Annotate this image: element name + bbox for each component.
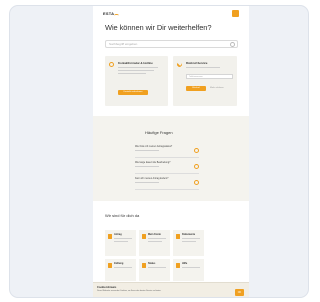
text-line <box>135 166 159 167</box>
callback-button[interactable]: Rückruf <box>186 86 206 91</box>
service-tile[interactable]: Hilfe <box>173 259 204 281</box>
faq-item[interactable]: Kann ich meinen Antrag ändern? <box>135 178 199 190</box>
text-line <box>182 241 196 242</box>
callback-card: Rückruf-Service Telefonnummer Rückruf Me… <box>173 56 237 106</box>
faq-item[interactable]: Wie lange dauert die Bearbeitung? <box>135 162 199 174</box>
service-tile[interactable]: Antrag <box>105 230 136 256</box>
browser-frame: ESTA Wie können wir Dir weiterhelfen? Su… <box>9 5 309 298</box>
faq-item[interactable]: Wie finde ich meinen Antragsstatus? <box>135 146 199 158</box>
expand-icon[interactable] <box>194 164 199 169</box>
cookie-title: Cookie-Hinweis <box>97 286 117 289</box>
search-placeholder: Suchbegriff eingeben <box>109 42 138 46</box>
faq-title: Häufige Fragen <box>145 130 173 135</box>
more-link[interactable]: Mehr erfahren <box>210 87 224 89</box>
faq-question: Kann ich meinen Antrag ändern? <box>135 178 169 180</box>
faq-question: Wie lange dauert die Bearbeitung? <box>135 162 171 164</box>
service-icon <box>176 263 180 268</box>
text-line <box>118 70 154 71</box>
faq-section: Häufige Fragen Wie finde ich meinen Antr… <box>93 116 249 201</box>
text-line <box>148 241 162 242</box>
text-line <box>114 238 132 239</box>
text-line <box>186 67 220 68</box>
cookie-text: Diese Webseite verwendet Cookies, um Ihn… <box>97 290 162 292</box>
service-title: Antrag <box>114 233 122 236</box>
text-line <box>148 267 166 268</box>
top-bar: ESTA <box>103 10 239 20</box>
phone-icon <box>175 60 184 69</box>
menu-button[interactable] <box>232 10 239 17</box>
text-line <box>135 150 159 151</box>
service-title: Mein Konto <box>148 233 162 236</box>
logo-swoosh-icon <box>114 14 119 17</box>
expand-icon[interactable] <box>194 180 199 185</box>
contact-card: Kontaktformular & Hotline Kontakt aufneh… <box>105 56 168 106</box>
contact-button[interactable]: Kontakt aufnehmen <box>118 90 148 95</box>
service-icon <box>176 234 180 239</box>
service-title: Dokumente <box>182 233 196 236</box>
service-icon <box>142 263 146 268</box>
phone-field-placeholder: Telefonnummer <box>189 76 203 78</box>
expand-icon[interactable] <box>194 148 199 153</box>
service-title: Hilfe <box>182 262 188 265</box>
text-line <box>135 182 159 183</box>
cookie-accept-button[interactable]: OK <box>235 289 244 296</box>
callback-card-title: Rückruf-Service <box>186 61 208 65</box>
page: ESTA Wie können wir Dir weiterhelfen? Su… <box>93 6 249 297</box>
search-icon[interactable] <box>230 42 235 47</box>
service-tile[interactable]: Dokumente <box>173 230 204 256</box>
service-tile[interactable]: Status <box>139 259 170 281</box>
service-title: Zahlung <box>114 262 124 265</box>
service-icon <box>142 234 146 239</box>
contact-card-title: Kontaktformular & Hotline <box>118 61 153 65</box>
phone-field[interactable]: Telefonnummer <box>186 74 233 79</box>
text-line <box>148 238 166 239</box>
faq-question: Wie finde ich meinen Antragsstatus? <box>135 146 173 148</box>
contact-icon <box>109 62 114 67</box>
text-line <box>182 267 200 268</box>
services-title: Wir sind für dich da <box>105 213 140 218</box>
logo[interactable]: ESTA <box>103 11 114 16</box>
service-tile[interactable]: Mein Konto <box>139 230 170 256</box>
page-title: Wie können wir Dir weiterhelfen? <box>105 23 212 32</box>
text-line <box>182 238 200 239</box>
service-title: Status <box>148 262 156 265</box>
service-icon <box>108 263 112 268</box>
text-line <box>118 73 146 74</box>
text-line <box>114 241 128 242</box>
text-line <box>114 267 132 268</box>
service-tile[interactable]: Zahlung <box>105 259 136 281</box>
service-icon <box>108 234 112 239</box>
search-input[interactable]: Suchbegriff eingeben <box>105 40 238 48</box>
cookie-banner: Cookie-Hinweis Diese Webseite verwendet … <box>93 282 249 297</box>
text-line <box>118 67 158 68</box>
